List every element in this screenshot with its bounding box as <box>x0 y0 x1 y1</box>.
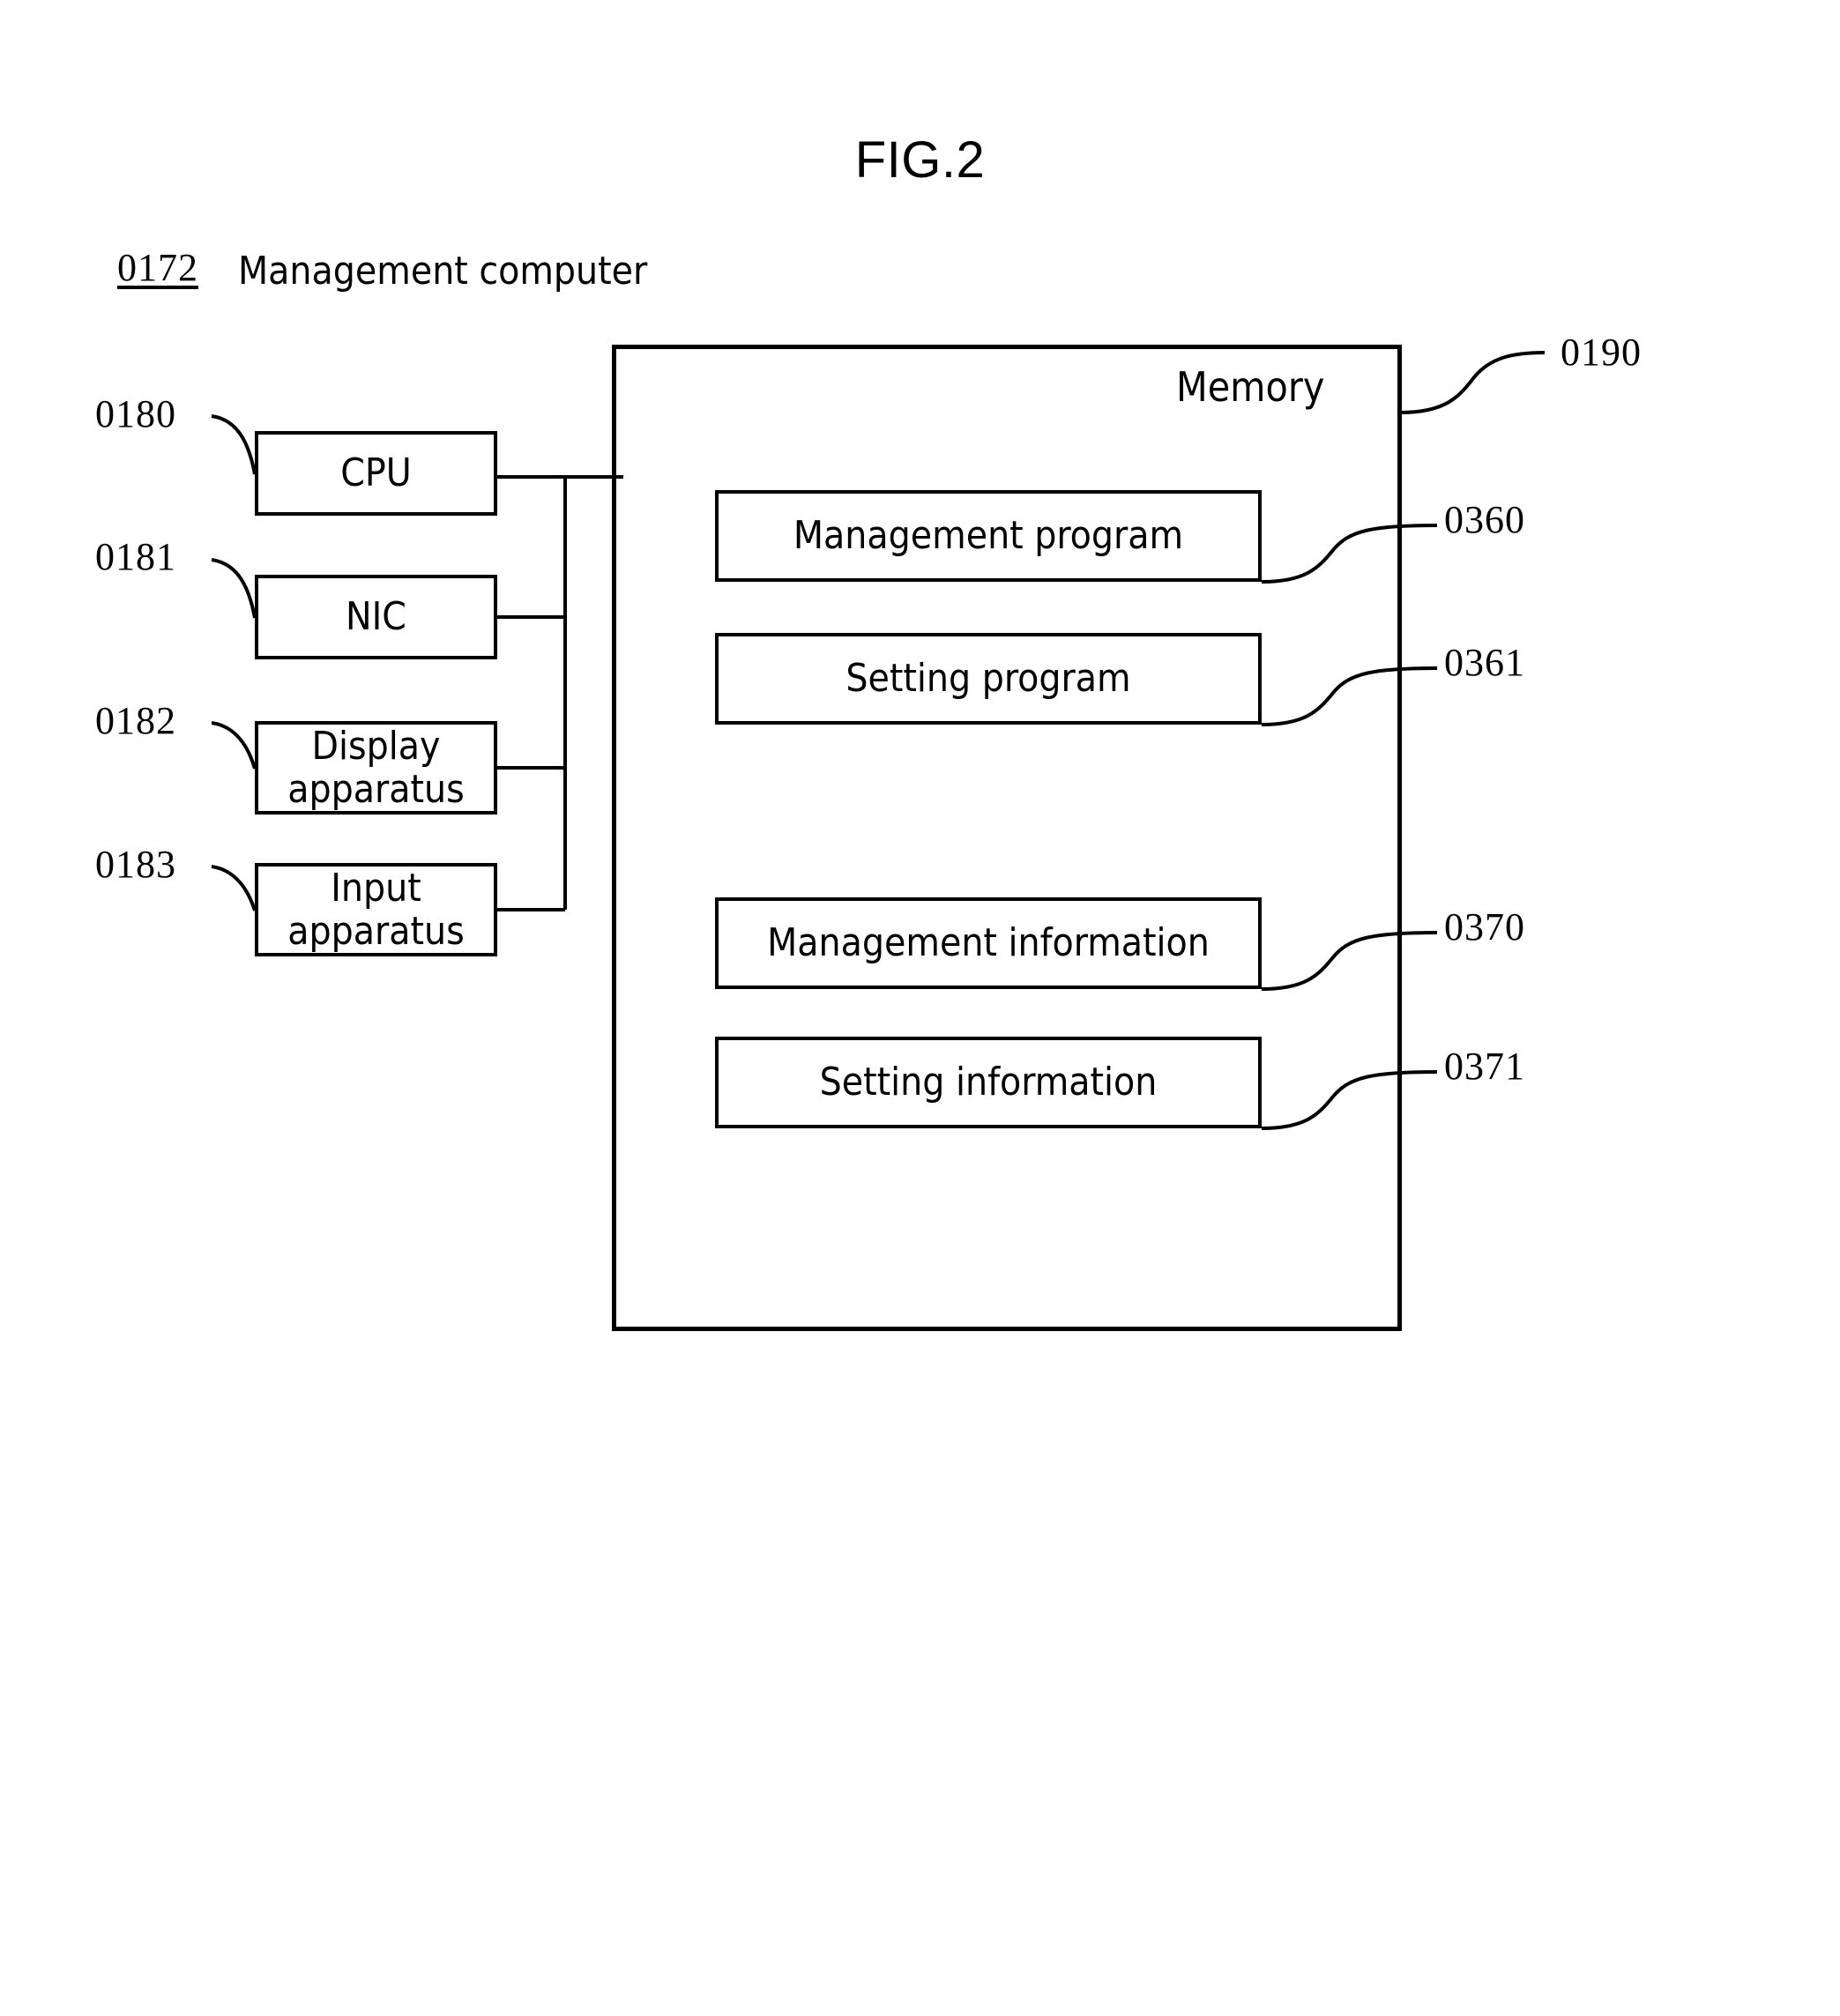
reference-number-0370: 0370 <box>1444 905 1525 948</box>
memory-item-label-setting-information: Setting information <box>819 1060 1158 1105</box>
reference-number-0181: 0181 <box>95 535 176 578</box>
component-label-display-line1: Display <box>311 723 441 769</box>
reference-number-0190: 0190 <box>1561 331 1642 374</box>
component-label-nic: NIC <box>346 594 406 640</box>
memory-item-label-management-information: Management information <box>767 920 1210 966</box>
component-box-display-apparatus: Display apparatus <box>255 721 497 815</box>
reference-number-0183: 0183 <box>95 843 176 886</box>
figure-page: FIG.2 0172 Management computer 0180 0181… <box>0 0 1840 2016</box>
memory-item-label-setting-program: Setting program <box>846 656 1131 702</box>
component-box-cpu: CPU <box>255 431 497 516</box>
reference-number-0172: 0172 <box>117 246 198 289</box>
subject-label-management-computer: Management computer <box>238 249 648 294</box>
component-label-input-line2: apparatus <box>287 909 465 954</box>
reference-number-0371: 0371 <box>1444 1045 1525 1088</box>
component-label-cpu: CPU <box>340 450 412 496</box>
memory-item-box-management-program: Management program <box>715 490 1262 582</box>
component-box-input-apparatus: Input apparatus <box>255 863 497 956</box>
memory-item-box-setting-information: Setting information <box>715 1037 1262 1128</box>
component-label-input-line1: Input <box>331 865 421 911</box>
component-label-display-apparatus: Display apparatus <box>282 725 470 812</box>
leader-line-0183 <box>211 865 257 911</box>
figure-title: FIG.2 <box>854 131 986 189</box>
memory-item-box-setting-program: Setting program <box>715 633 1262 725</box>
leader-line-0182 <box>211 721 257 770</box>
component-label-input-apparatus: Input apparatus <box>282 867 470 954</box>
leader-line-0190 <box>1399 351 1546 414</box>
reference-number-0360: 0360 <box>1444 498 1525 541</box>
reference-number-0361: 0361 <box>1444 641 1525 684</box>
component-label-display-line2: apparatus <box>287 767 465 812</box>
memory-item-box-management-information: Management information <box>715 897 1262 989</box>
leader-line-0181 <box>211 558 257 619</box>
memory-title: Memory <box>1176 363 1325 411</box>
reference-number-0182: 0182 <box>95 699 176 742</box>
leader-line-0180 <box>211 414 257 475</box>
memory-item-label-management-program: Management program <box>793 513 1184 559</box>
component-box-nic: NIC <box>255 575 497 659</box>
reference-number-0180: 0180 <box>95 392 176 435</box>
